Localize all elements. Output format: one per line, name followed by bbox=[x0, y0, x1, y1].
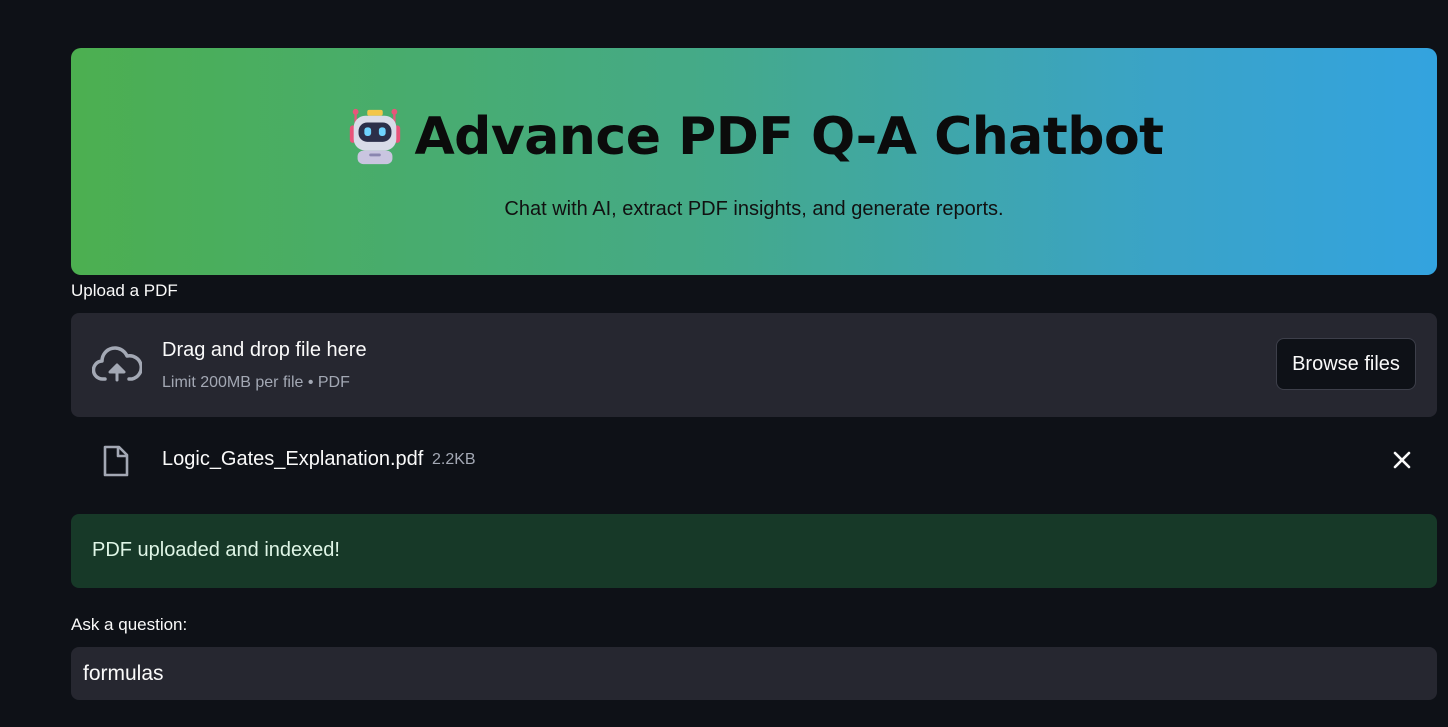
header-title-row: Advance PDF Q-A Chatbot bbox=[71, 106, 1437, 168]
header-banner: Advance PDF Q-A Chatbot Chat with AI, ex… bbox=[71, 48, 1437, 275]
robot-icon bbox=[350, 108, 401, 165]
cloud-upload-icon bbox=[92, 346, 142, 382]
dropzone-limit-text: Limit 200MB per file • PDF bbox=[162, 374, 350, 391]
uploaded-file-row: Logic_Gates_Explanation.pdf 2.2KB bbox=[71, 436, 1437, 484]
app-page: Advance PDF Q-A Chatbot Chat with AI, ex… bbox=[0, 0, 1448, 727]
page-title: Advance PDF Q-A Chatbot bbox=[414, 107, 1164, 167]
dropzone-title: Drag and drop file here bbox=[162, 339, 367, 361]
uploaded-file-name: Logic_Gates_Explanation.pdf bbox=[162, 448, 424, 470]
file-icon bbox=[103, 445, 129, 477]
question-input[interactable] bbox=[71, 647, 1437, 700]
question-label: Ask a question: bbox=[71, 615, 188, 634]
success-message: PDF uploaded and indexed! bbox=[92, 539, 340, 561]
success-alert: PDF uploaded and indexed! bbox=[71, 514, 1437, 588]
page-subtitle: Chat with AI, extract PDF insights, and … bbox=[504, 198, 1004, 220]
file-dropzone[interactable]: Drag and drop file here Limit 200MB per … bbox=[71, 313, 1437, 417]
browse-files-button[interactable]: Browse files bbox=[1276, 338, 1416, 390]
uploaded-file-size: 2.2KB bbox=[432, 451, 476, 468]
upload-label: Upload a PDF bbox=[71, 281, 178, 300]
close-icon[interactable] bbox=[1391, 449, 1413, 471]
